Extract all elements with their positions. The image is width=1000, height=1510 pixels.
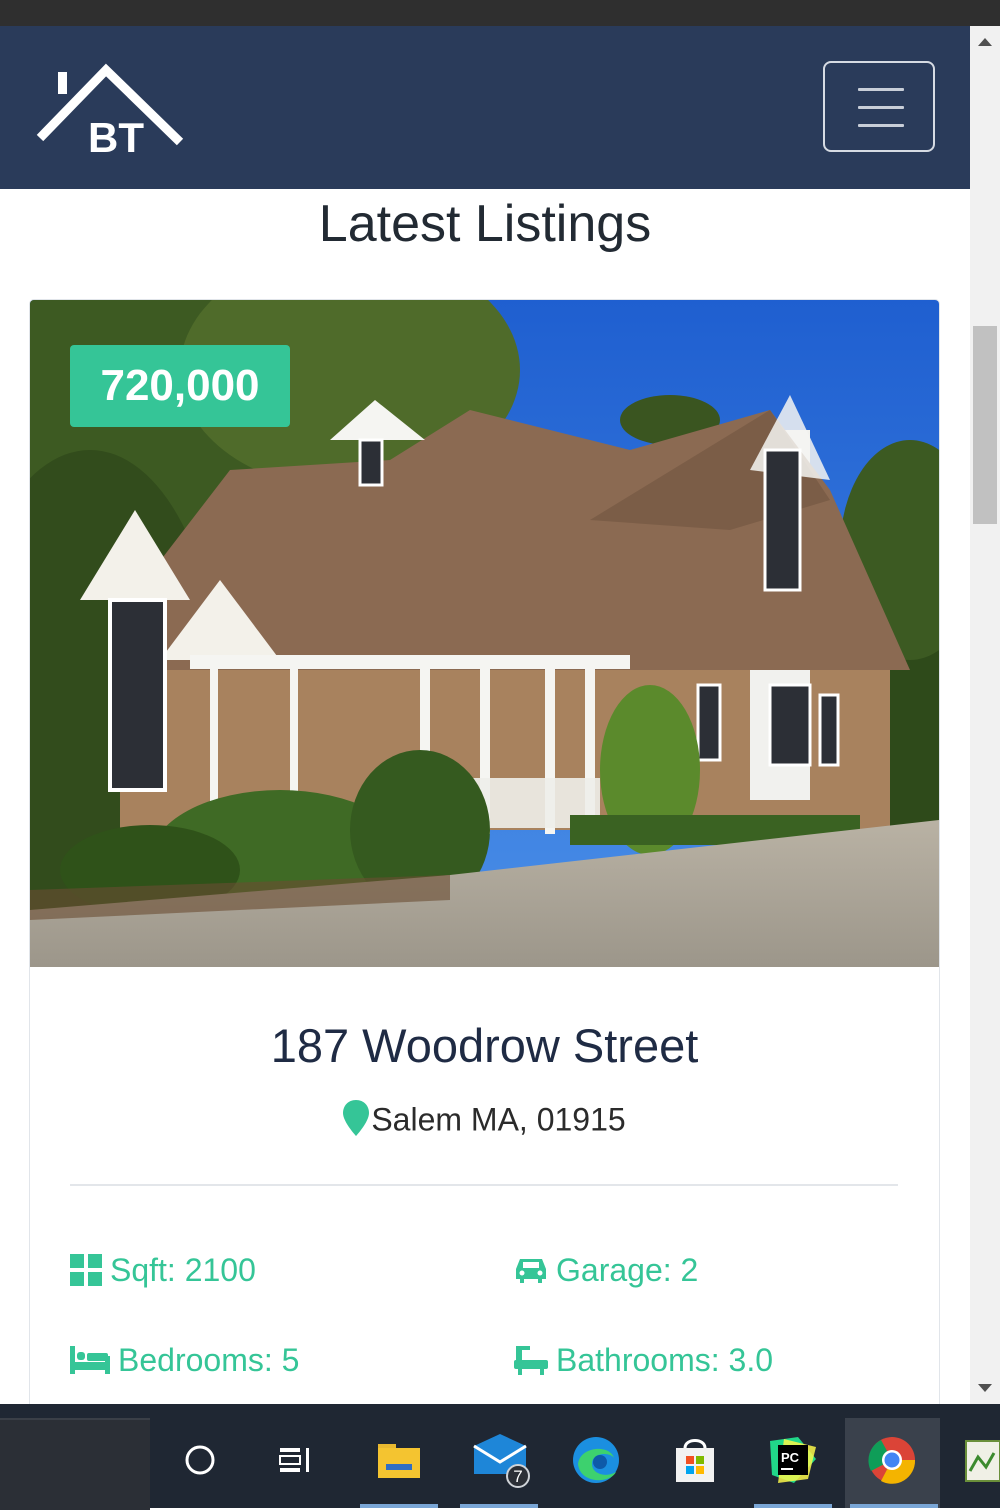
taskbar: 7 PC [0, 1404, 1000, 1510]
cortana-icon[interactable] [170, 1430, 230, 1490]
task-view-icon[interactable] [266, 1430, 326, 1490]
feature-bathrooms: Bathrooms: 3.0 [514, 1342, 773, 1379]
hamburger-icon-bar [858, 124, 904, 127]
logo-text: BT [88, 114, 144, 161]
menu-toggle-button[interactable] [823, 61, 935, 152]
file-explorer-running-indicator [360, 1504, 438, 1508]
listing-card[interactable]: 720,000 187 Woodrow Street Salem MA, 019… [29, 299, 940, 1404]
scroll-up-arrow-icon[interactable] [978, 38, 992, 46]
feature-bedrooms: Bedrooms: 5 [70, 1342, 299, 1379]
edge-icon[interactable] [566, 1430, 626, 1490]
mail-running-indicator [460, 1504, 538, 1508]
vertical-scrollbar[interactable] [970, 26, 1000, 1404]
file-explorer-icon[interactable] [369, 1430, 429, 1490]
chrome-icon[interactable] [862, 1430, 922, 1490]
feature-garage-text: Garage: 2 [556, 1252, 699, 1288]
hamburger-icon [858, 88, 904, 91]
browser-top-bar [0, 0, 1000, 26]
listing-location: Salem MA, 01915 [30, 1100, 939, 1144]
feature-sqft: Sqft: 2100 [70, 1252, 256, 1289]
divider [70, 1184, 898, 1186]
feature-bathrooms-text: Bathrooms: 3.0 [556, 1342, 773, 1378]
mail-badge-count: 7 [513, 1467, 522, 1486]
scrollbar-thumb[interactable] [973, 326, 997, 524]
scroll-down-arrow-icon[interactable] [978, 1384, 992, 1392]
car-icon [516, 1258, 546, 1283]
chrome-running-indicator [850, 1504, 938, 1508]
brand-logo[interactable]: BT [34, 62, 184, 162]
bath-icon [514, 1345, 548, 1375]
photos-icon[interactable] [958, 1430, 1000, 1490]
taskbar-search-area[interactable] [0, 1418, 150, 1510]
pycharm-icon[interactable]: PC [763, 1430, 823, 1490]
page-viewport: BT Latest Listings 720,000 187 Woodrow S… [0, 26, 970, 1404]
feature-sqft-text: Sqft: 2100 [110, 1252, 256, 1288]
map-marker-icon [343, 1100, 370, 1144]
section-title: Latest Listings [318, 195, 652, 253]
svg-text:PC: PC [781, 1450, 800, 1465]
navbar: BT [0, 26, 970, 189]
location-text: Salem MA, 01915 [371, 1101, 626, 1138]
house-logo-icon: BT [36, 63, 184, 161]
pycharm-running-indicator [754, 1504, 832, 1508]
hamburger-icon-bar [858, 106, 904, 109]
store-icon[interactable] [665, 1430, 725, 1490]
price-badge: 720,000 [70, 345, 290, 427]
feature-garage: Garage: 2 [514, 1252, 698, 1289]
bed-icon [70, 1345, 110, 1374]
feature-bedrooms-text: Bedrooms: 5 [118, 1342, 300, 1378]
th-large-icon [70, 1253, 102, 1286]
listing-title[interactable]: 187 Woodrow Street [30, 1018, 939, 1073]
mail-icon[interactable]: 7 [470, 1430, 530, 1490]
